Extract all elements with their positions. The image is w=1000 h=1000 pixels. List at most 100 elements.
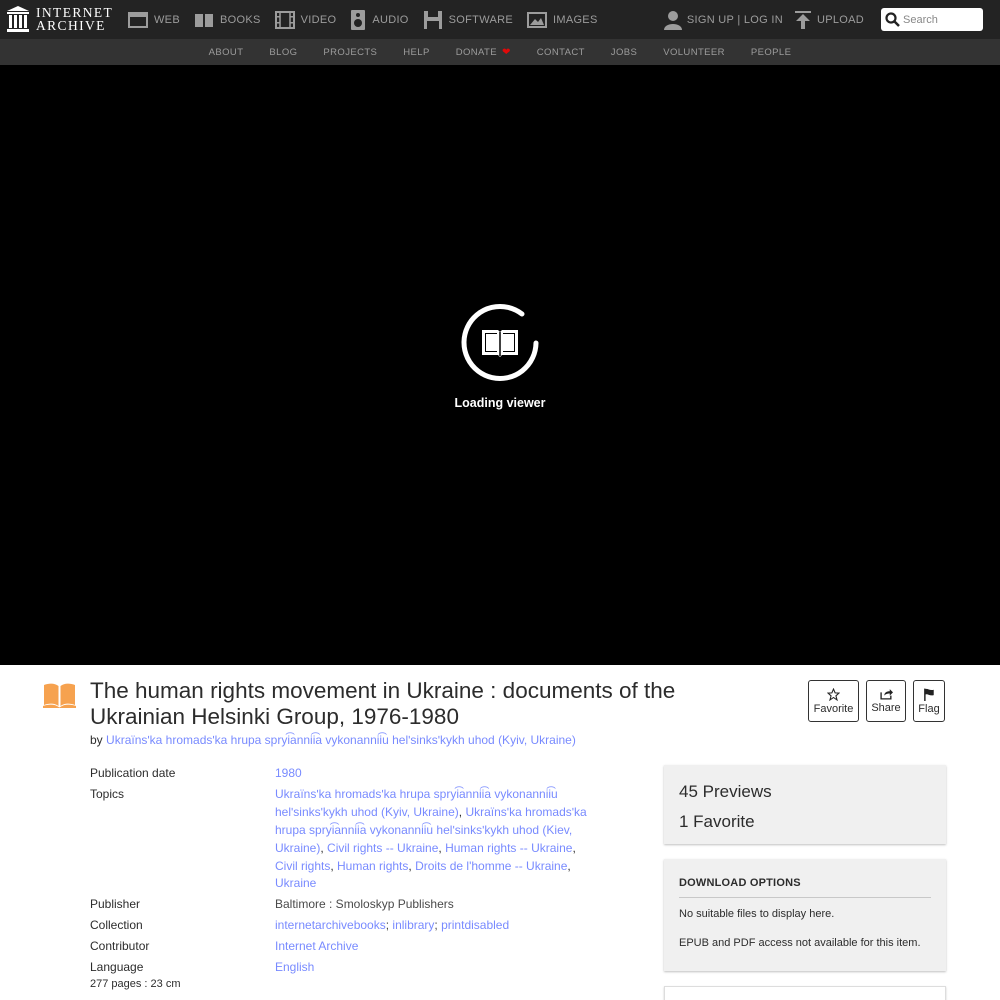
upload-link[interactable]: UPLOAD: [794, 10, 864, 29]
share-icon: [879, 689, 893, 700]
nav-video[interactable]: VIDEO: [274, 10, 337, 29]
images-icon: [527, 11, 547, 28]
sign-up-log-in-link[interactable]: SIGN UP | LOG IN: [663, 10, 783, 30]
media-type-nav: WEB BOOKS VIDEO AUDIO SOFTWARE IMAGES: [128, 0, 612, 39]
nav-audio[interactable]: AUDIO: [350, 9, 409, 30]
share-label: Share: [871, 702, 901, 714]
language-label: Language: [90, 960, 144, 975]
nav-software[interactable]: SOFTWARE: [423, 10, 513, 30]
publisher-label: Publisher: [90, 897, 141, 912]
language-link[interactable]: English: [275, 960, 314, 974]
collection-link[interactable]: inlibrary: [392, 918, 434, 932]
item-stats: 45 Previews 1 Favorite: [664, 765, 946, 844]
texts-icon: [43, 683, 76, 708]
nav-video-label: VIDEO: [300, 13, 337, 26]
internet-archive-logo[interactable]: INTERNET ARCHIVE: [7, 5, 113, 33]
publication-date-label: Publication date: [90, 766, 176, 780]
publication-date-link[interactable]: 1980: [275, 766, 302, 780]
flag-icon: [924, 688, 934, 701]
previews-count: 45 Previews: [679, 782, 772, 801]
book-viewer[interactable]: Loading viewer: [0, 65, 1000, 665]
topic-link[interactable]: Droits de l'homme -- Ukraine: [415, 859, 567, 873]
side-panel: [664, 986, 946, 1000]
star-icon: [827, 687, 840, 701]
topic-link[interactable]: Human rights -- Ukraine: [445, 841, 572, 855]
nav-books-label: BOOKS: [219, 13, 261, 26]
no-files-message: No suitable files to display here.: [679, 908, 835, 920]
topic-link[interactable]: Civil rights -- Ukraine: [327, 841, 438, 855]
metadata-row-publisher: Publisher Baltimore : Smoloskyp Publishe…: [90, 896, 610, 914]
favorites-count: 1 Favorite: [679, 812, 755, 831]
contributor-link[interactable]: Internet Archive: [275, 939, 358, 953]
collection-link[interactable]: internetarchivebooks: [275, 918, 386, 932]
topic-link[interactable]: Human rights: [337, 859, 408, 873]
logo-text: INTERNET ARCHIVE: [36, 6, 113, 33]
subnav-projects[interactable]: PROJECTS: [323, 47, 377, 58]
item-notes: 277 pages : 23 cm: [90, 978, 181, 990]
web-icon: [128, 11, 148, 28]
item-byline: by Ukraïnsʹka hromadsʹka hrupa spryi͡ann…: [90, 733, 576, 747]
books-icon: [194, 13, 213, 27]
subnav-donate-label: DONATE: [455, 46, 497, 58]
software-icon: [423, 10, 442, 29]
subnav-jobs[interactable]: JOBS: [611, 47, 637, 58]
collection-link[interactable]: printdisabled: [441, 918, 509, 932]
favorite-label: Favorite: [813, 702, 854, 715]
nav-software-label: SOFTWARE: [448, 13, 513, 26]
search-input[interactable]: [903, 13, 979, 26]
item-title: The human rights movement in Ukraine : d…: [90, 678, 676, 729]
subnav-help[interactable]: HELP: [403, 47, 429, 58]
favorite-button[interactable]: Favorite: [808, 680, 859, 722]
contributor-label: Contributor: [90, 939, 150, 954]
user-nav: SIGN UP | LOG IN UPLOAD: [663, 0, 1000, 39]
top-nav: INTERNET ARCHIVE WEB BOOKS VIDEO AUDIO S…: [0, 0, 1000, 39]
loading-spinner-icon: [461, 304, 539, 381]
download-options-heading: DOWNLOAD OPTIONS: [679, 877, 931, 898]
archive-building-icon: [7, 6, 29, 32]
metadata-row-publication-date: Publication date 1980: [90, 765, 610, 783]
download-options: DOWNLOAD OPTIONS No suitable files to di…: [664, 859, 946, 971]
subnav-donate[interactable]: DONATE ❤: [456, 47, 511, 58]
search-icon: [885, 12, 900, 27]
upload-icon: [794, 10, 811, 29]
nav-web[interactable]: WEB: [128, 11, 180, 28]
subnav-about[interactable]: ABOUT: [209, 47, 244, 58]
subnav-contact[interactable]: CONTACT: [537, 47, 585, 58]
nav-images[interactable]: IMAGES: [527, 11, 598, 28]
nav-books[interactable]: BOOKS: [194, 12, 261, 28]
audio-icon: [351, 9, 366, 30]
collection-label: Collection: [90, 918, 143, 933]
user-icon: [663, 10, 682, 30]
heart-icon: ❤: [502, 46, 511, 58]
nav-web-label: WEB: [154, 13, 180, 26]
subnav-blog[interactable]: BLOG: [269, 47, 297, 58]
metadata-row-language: Language English: [90, 959, 610, 977]
video-icon: [274, 10, 295, 29]
topics-label: Topics: [90, 786, 125, 801]
flag-button[interactable]: Flag: [913, 680, 945, 722]
access-note: EPUB and PDF access not available for th…: [679, 937, 921, 949]
item-actions: Favorite Share Flag: [801, 680, 945, 722]
topic-link[interactable]: Civil rights: [275, 859, 330, 873]
nav-images-label: IMAGES: [553, 13, 598, 26]
topics-list: Ukraïnsʹka hromadsʹka hrupa spryi͡annii͡…: [275, 786, 587, 891]
share-button[interactable]: Share: [866, 680, 906, 722]
metadata-row-collection: Collection internetarchivebooks; inlibra…: [90, 917, 610, 935]
author-link[interactable]: Ukraïnsʹka hromadsʹka hrupa spryi͡annii͡…: [106, 733, 576, 747]
upload-label: UPLOAD: [816, 13, 864, 26]
flag-label: Flag: [918, 702, 940, 715]
metadata-row-contributor: Contributor Internet Archive: [90, 938, 610, 956]
search-box[interactable]: [881, 8, 983, 31]
logo-line-2: ARCHIVE: [36, 18, 106, 33]
subnav-people[interactable]: PEOPLE: [751, 47, 791, 58]
nav-audio-label: AUDIO: [372, 13, 409, 26]
subnav-volunteer[interactable]: VOLUNTEER: [663, 47, 725, 58]
item-metadata: Publication date 1980 Topics Ukraïnsʹka …: [90, 765, 610, 980]
sign-up-log-in-label: SIGN UP | LOG IN: [686, 13, 783, 26]
secondary-nav: ABOUT BLOG PROJECTS HELP DONATE ❤ CONTACT…: [0, 39, 1000, 65]
metadata-row-topics: Topics Ukraïnsʹka hromadsʹka hrupa spryi…: [90, 786, 610, 893]
by-label: by: [90, 733, 103, 747]
loading-viewer-text: Loading viewer: [454, 396, 546, 410]
publisher-value: Baltimore : Smoloskyp Publishers: [275, 897, 454, 912]
topic-link[interactable]: Ukraine: [275, 876, 316, 890]
